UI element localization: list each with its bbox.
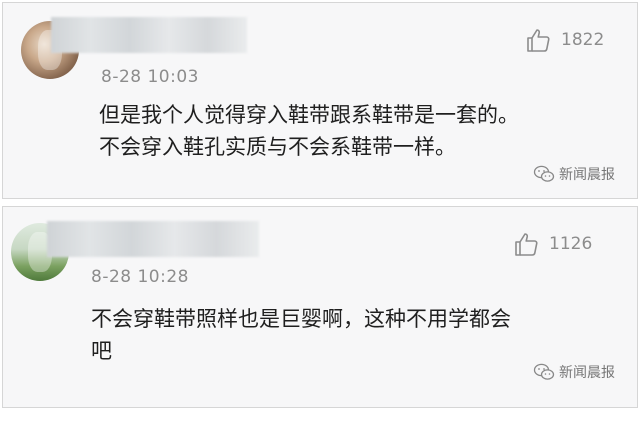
thumbs-up-icon: [515, 233, 538, 256]
watermark-text: 新闻晨报: [559, 167, 615, 183]
comment-line: 吧: [91, 339, 112, 363]
comment-text: 不会穿鞋带照样也是巨婴啊，这种不用学都会 吧: [91, 303, 551, 367]
comment-line: 不会穿入鞋孔实质与不会系鞋带一样。: [99, 135, 456, 159]
username-blurred[interactable]: [47, 221, 259, 257]
watermark: 新闻晨报: [533, 164, 615, 184]
like-count: 1822: [561, 30, 605, 50]
comment-time: 8-28 10:28: [91, 267, 189, 287]
comment-text: 但是我个人觉得穿入鞋带跟系鞋带是一套的。 不会穿入鞋孔实质与不会系鞋带一样。: [99, 99, 629, 163]
username-blurred[interactable]: [51, 17, 247, 53]
comment-card: 8-28 10:28 1126 不会穿鞋带照样也是巨婴啊，这种不用学都会 吧 新…: [2, 206, 638, 408]
watermark: 新闻晨报: [533, 362, 615, 382]
comment-time: 8-28 10:03: [101, 67, 199, 87]
like-button[interactable]: 1822: [525, 27, 637, 53]
comment-line: 但是我个人觉得穿入鞋带跟系鞋带是一套的。: [99, 103, 519, 127]
comment-line: 不会穿鞋带照样也是巨婴啊，这种不用学都会: [91, 307, 511, 331]
thumbs-up-icon: [527, 29, 550, 52]
wechat-icon: [533, 363, 555, 380]
comment-card: 8-28 10:03 1822 但是我个人觉得穿入鞋带跟系鞋带是一套的。 不会穿…: [2, 2, 638, 199]
like-button[interactable]: 1126: [513, 231, 629, 257]
like-count: 1126: [549, 234, 593, 254]
wechat-icon: [533, 165, 555, 182]
watermark-text: 新闻晨报: [559, 365, 615, 381]
